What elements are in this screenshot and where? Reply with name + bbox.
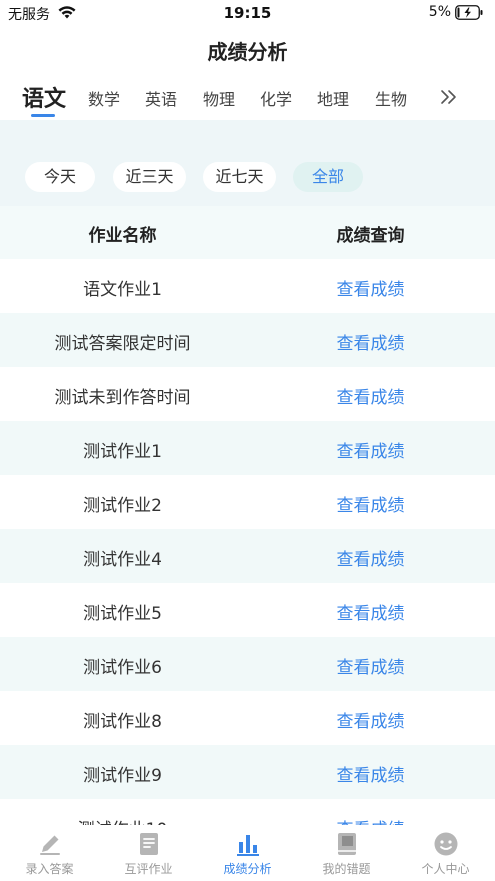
table-row: 测试作业8 查看成绩 <box>0 691 495 745</box>
view-score-link[interactable]: 查看成绩 <box>246 653 495 678</box>
active-tab-indicator <box>31 114 55 117</box>
homework-name: 测试作业8 <box>83 712 162 732</box>
table-row: 测试作业1 查看成绩 <box>0 421 495 475</box>
table-row: 测试作业10 查看成绩 <box>0 799 495 825</box>
table-row: 语文作业1 查看成绩 <box>0 259 495 313</box>
tab-physics[interactable]: 物理 <box>203 86 235 110</box>
filter-three-days[interactable]: 近三天 <box>113 162 186 192</box>
page-title: 成绩分析 <box>207 40 288 64</box>
tab-geography[interactable]: 地理 <box>317 86 349 110</box>
homework-name: 测试作业6 <box>83 658 162 678</box>
homework-name: 测试作业4 <box>83 550 162 570</box>
homework-name: 测试答案限定时间 <box>54 334 191 354</box>
battery-percent: 5% <box>428 4 451 20</box>
book-icon <box>338 833 356 855</box>
view-score-link[interactable]: 查看成绩 <box>246 761 495 786</box>
filter-today[interactable]: 今天 <box>25 162 95 192</box>
homework-list[interactable]: 语文作业1 查看成绩 测试答案限定时间 查看成绩 测试未到作答时间 查看成绩 测… <box>0 259 495 825</box>
table-row: 测试作业4 查看成绩 <box>0 529 495 583</box>
homework-name: 测试作业9 <box>83 766 162 786</box>
filter-all[interactable]: 全部 <box>293 162 363 192</box>
homework-name: 测试作业10 <box>0 815 245 825</box>
tabbar-my-mistakes[interactable]: 我的错题 <box>297 825 396 881</box>
tabbar-enter-answers[interactable]: 录入答案 <box>0 825 99 881</box>
tabbar-peer-review[interactable]: 互评作业 <box>99 825 198 881</box>
subject-tab-bar: 语文 数学 英语 物理 化学 地理 生物 <box>0 78 495 118</box>
table-row: 测试作业9 查看成绩 <box>0 745 495 799</box>
tab-math[interactable]: 数学 <box>88 86 120 110</box>
tabbar-profile[interactable]: 个人中心 <box>396 825 495 881</box>
tabbar-label: 我的错题 <box>322 862 371 876</box>
smiley-icon <box>434 832 458 856</box>
homework-name: 测试作业1 <box>83 442 162 462</box>
table-header: 作业名称 成绩查询 <box>0 206 495 259</box>
homework-name: 测试作业2 <box>83 496 162 516</box>
view-score-link[interactable]: 查看成绩 <box>246 383 495 408</box>
view-score-link[interactable]: 查看成绩 <box>246 329 495 354</box>
double-chevron-right-icon[interactable] <box>438 86 460 108</box>
tabbar-label: 互评作业 <box>124 862 173 876</box>
view-score-link[interactable]: 查看成绩 <box>246 545 495 570</box>
pencil-icon <box>40 835 60 855</box>
homework-name: 测试作业5 <box>83 604 162 624</box>
view-score-link[interactable]: 查看成绩 <box>246 491 495 516</box>
column-header-query: 成绩查询 <box>336 226 405 246</box>
view-score-link[interactable]: 查看成绩 <box>246 275 495 300</box>
filter-seven-days[interactable]: 近七天 <box>203 162 276 192</box>
tab-english[interactable]: 英语 <box>145 86 177 110</box>
date-filter-bar: 今天 近三天 近七天 全部 <box>0 120 495 206</box>
tab-biology[interactable]: 生物 <box>375 86 407 110</box>
tabbar-score-analysis[interactable]: 成绩分析 <box>198 825 297 881</box>
bar-chart-icon <box>237 835 259 856</box>
column-header-name: 作业名称 <box>88 226 157 246</box>
table-row: 测试答案限定时间 查看成绩 <box>0 313 495 367</box>
table-row: 测试作业2 查看成绩 <box>0 475 495 529</box>
tab-chemistry[interactable]: 化学 <box>260 86 292 110</box>
homework-name: 测试未到作答时间 <box>54 388 191 408</box>
view-score-link[interactable]: 查看成绩 <box>246 815 495 825</box>
view-score-link[interactable]: 查看成绩 <box>246 599 495 624</box>
homework-name: 语文作业1 <box>83 280 162 300</box>
bottom-tab-bar: 录入答案 互评作业 成绩分析 我的错题 个人中心 <box>0 825 495 881</box>
table-row: 测试作业5 查看成绩 <box>0 583 495 637</box>
tabbar-label: 录入答案 <box>25 862 74 876</box>
status-bar: 无服务 19:15 5% <box>0 0 495 26</box>
table-row: 测试未到作答时间 查看成绩 <box>0 367 495 421</box>
tabbar-label: 个人中心 <box>421 862 470 876</box>
view-score-link[interactable]: 查看成绩 <box>246 437 495 462</box>
view-score-link[interactable]: 查看成绩 <box>246 707 495 732</box>
tabbar-label: 成绩分析 <box>223 862 272 876</box>
document-icon <box>140 833 158 855</box>
battery-charging-icon <box>455 5 483 20</box>
table-row: 测试作业6 查看成绩 <box>0 637 495 691</box>
clock: 19:15 <box>223 4 272 22</box>
tab-chinese[interactable]: 语文 <box>22 81 66 113</box>
